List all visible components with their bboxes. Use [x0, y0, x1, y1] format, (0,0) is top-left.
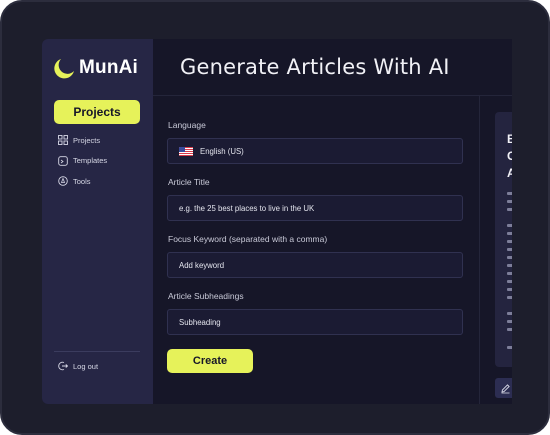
edit-button[interactable]: [495, 378, 512, 398]
preview-text-line: [507, 224, 512, 227]
preview-heading-letter: B: [507, 132, 512, 146]
logo[interactable]: MunAi: [52, 56, 138, 80]
preview-text-line: [507, 232, 512, 235]
sidebar-item-label: Templates: [73, 156, 108, 166]
article-title-label: Article Title: [168, 177, 210, 187]
template-icon: [58, 155, 68, 166]
preview-text-line: [507, 264, 512, 267]
sidebar: MunAi Projects Projects Templates Tools …: [42, 39, 153, 404]
subheading-input[interactable]: Subheading: [167, 309, 463, 335]
sidebar-item-label: Tools: [73, 176, 91, 186]
pencil-icon: [500, 383, 510, 393]
header-divider: [153, 95, 512, 96]
preview-text-line: [507, 320, 512, 323]
focus-keyword-input[interactable]: Add keyword: [167, 252, 463, 278]
article-preview-card: B C A: [495, 112, 512, 367]
sidebar-item-projects[interactable]: Projects: [58, 130, 107, 151]
preview-heading-letter: C: [507, 149, 512, 163]
article-title-input[interactable]: e.g. the 25 best places to live in the U…: [167, 195, 463, 221]
preview-heading-letter: A: [507, 166, 512, 180]
grid-icon: [58, 135, 68, 146]
main-content: Generate Articles With AI Language Engli…: [153, 39, 512, 404]
preview-text-line: [507, 346, 512, 349]
subheadings-label: Article Subheadings: [168, 291, 244, 301]
language-select[interactable]: English (US): [167, 138, 463, 164]
preview-text-line: [507, 200, 512, 203]
language-value: English (US): [200, 146, 244, 156]
language-label: Language: [168, 120, 206, 130]
preview-text-line: [507, 192, 512, 195]
projects-button[interactable]: Projects: [54, 100, 140, 124]
preview-text-line: [507, 248, 512, 251]
preview-text-line: [507, 240, 512, 243]
logout-icon: [58, 361, 68, 371]
preview-text-line: [507, 296, 512, 299]
sidebar-item-tools[interactable]: Tools: [58, 171, 107, 192]
sidebar-divider: [54, 351, 140, 352]
focus-keyword-label: Focus Keyword (separated with a comma): [168, 234, 328, 244]
preview-text-line: [507, 272, 512, 275]
preview-text-line: [507, 288, 512, 291]
logout-label: Log out: [73, 361, 99, 371]
us-flag-icon: [179, 146, 193, 156]
logout-button[interactable]: Log out: [58, 361, 98, 371]
compass-icon: [58, 176, 68, 187]
page-title: Generate Articles With AI: [180, 55, 450, 79]
panel-divider: [479, 96, 480, 404]
preview-text-line: [507, 256, 512, 259]
app-window: MunAi Projects Projects Templates Tools …: [42, 39, 512, 404]
preview-text-line: [507, 208, 512, 211]
create-button[interactable]: Create: [167, 349, 253, 373]
sidebar-item-label: Projects: [73, 135, 101, 145]
sidebar-item-templates[interactable]: Templates: [58, 151, 107, 172]
preview-text-line: [507, 280, 512, 283]
device-frame: MunAi Projects Projects Templates Tools …: [0, 0, 550, 435]
sidebar-nav: Projects Templates Tools: [58, 130, 107, 192]
logo-text: MunAi: [79, 57, 139, 78]
preview-text-line: [507, 312, 512, 315]
preview-text-line: [507, 328, 512, 331]
crescent-moon-icon: [54, 59, 74, 79]
